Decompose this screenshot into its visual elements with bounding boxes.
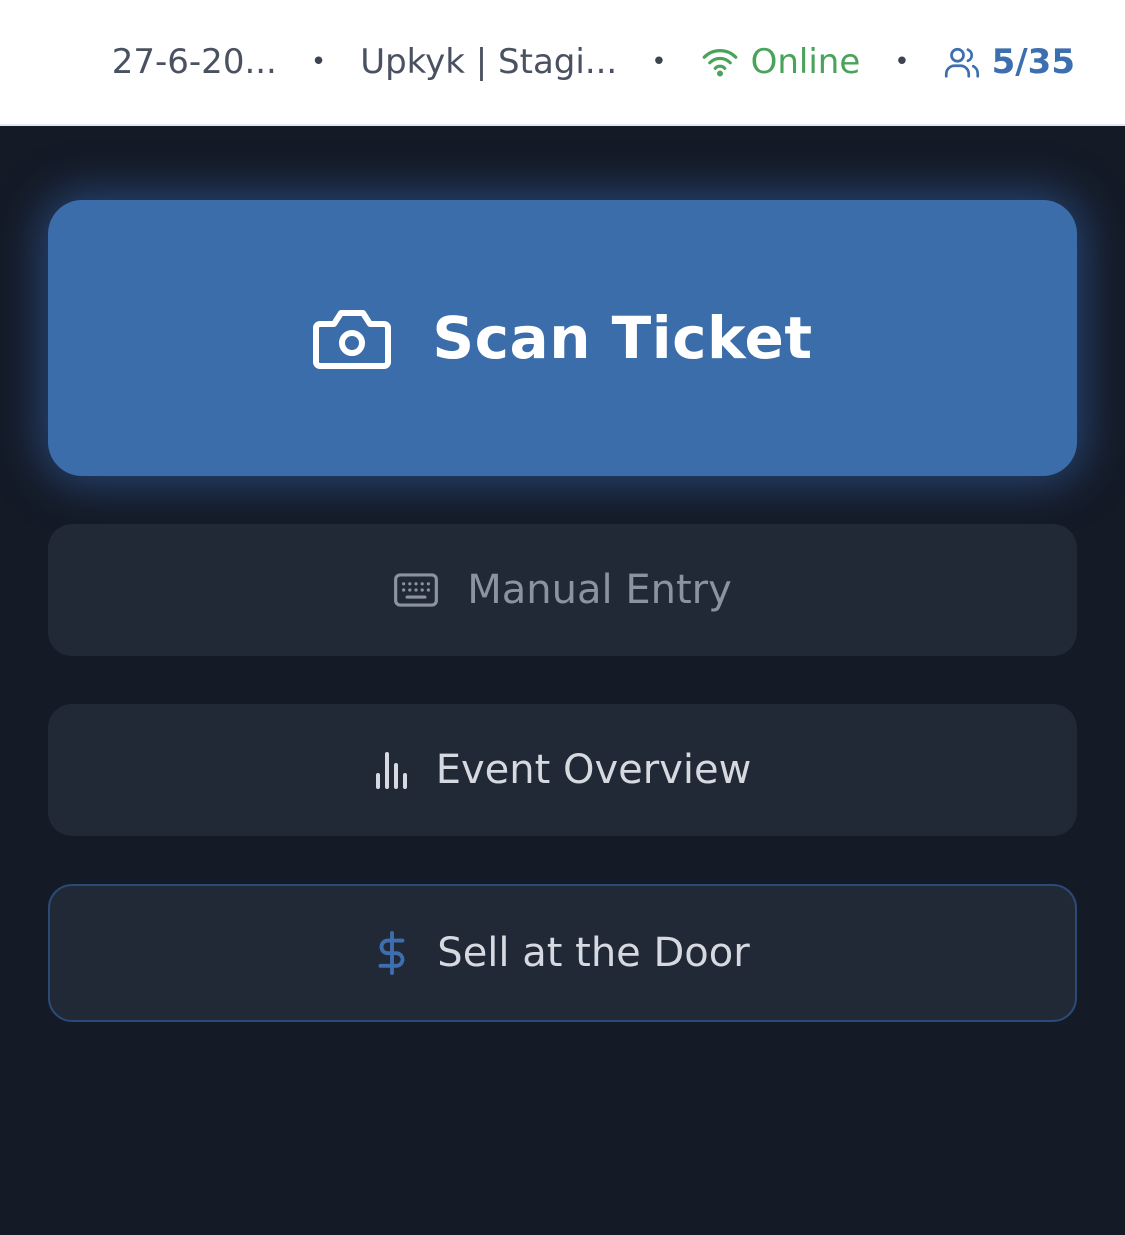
scan-ticket-label: Scan Ticket <box>432 304 813 372</box>
separator-dot: • <box>894 47 910 77</box>
wifi-icon <box>701 47 739 77</box>
scan-ticket-button[interactable]: Scan Ticket <box>48 200 1077 476</box>
event-overview-label: Event Overview <box>435 747 752 793</box>
main-actions: Scan Ticket Manual Entry Event Overview … <box>48 200 1077 1022</box>
bar-chart-icon <box>374 750 408 790</box>
attendance-counter[interactable]: 5/35 <box>944 42 1075 82</box>
sell-at-door-label: Sell at the Door <box>437 930 750 976</box>
app-root: 27-6-20... • Upkyk | Stagi... • Online • <box>0 0 1125 1235</box>
users-icon <box>944 46 980 78</box>
event-overview-button[interactable]: Event Overview <box>48 704 1077 836</box>
event-name[interactable]: Upkyk | Stagi... <box>360 42 617 82</box>
separator-dot: • <box>651 47 667 77</box>
manual-entry-label: Manual Entry <box>467 567 732 613</box>
status-bar: 27-6-20... • Upkyk | Stagi... • Online • <box>0 0 1125 126</box>
dollar-icon <box>375 930 409 976</box>
manual-entry-button[interactable]: Manual Entry <box>48 524 1077 656</box>
keyboard-icon <box>393 572 439 608</box>
sell-at-door-button[interactable]: Sell at the Door <box>48 884 1077 1022</box>
connection-status: Online <box>701 42 861 82</box>
attendance-count: 5/35 <box>991 42 1075 82</box>
camera-icon <box>312 306 392 370</box>
separator-dot: • <box>310 47 327 77</box>
event-date: 27-6-20... <box>111 42 277 82</box>
connection-label: Online <box>750 42 861 82</box>
